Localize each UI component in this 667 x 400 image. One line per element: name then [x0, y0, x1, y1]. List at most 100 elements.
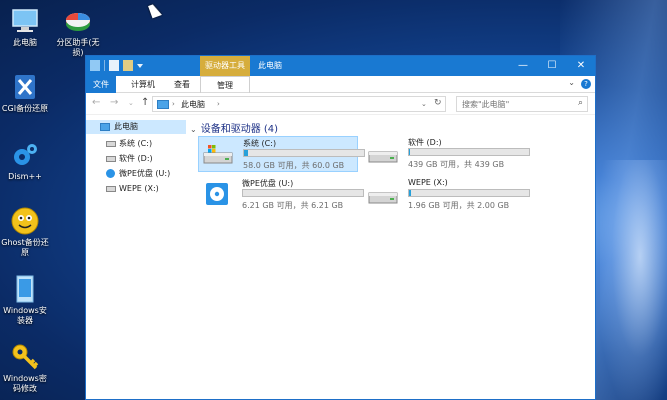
desktop-icon-label-line2: 码修改: [13, 384, 37, 393]
desktop-icon-label: CGI备份还原: [1, 104, 49, 113]
window-title: 此电脑: [258, 61, 282, 70]
desktop-icon-label: Windows密: [3, 374, 47, 383]
tab-view[interactable]: 查看: [166, 76, 198, 93]
ribbon-tabs: 文件 计算机 查看 管理 ⌄ ?: [86, 76, 595, 93]
help-icon[interactable]: ?: [581, 79, 591, 89]
search-icon: ⌕: [577, 98, 583, 108]
breadcrumb-chevron-icon[interactable]: ›: [217, 100, 220, 108]
gear-icon: [10, 140, 40, 170]
nav-item-label: WEPE (X:): [119, 184, 159, 193]
drive-icon: [106, 141, 116, 147]
desktop-icon-label: 分区助手(无: [56, 38, 100, 47]
nav-item-this-pc[interactable]: 此电脑: [86, 120, 186, 134]
toolbar-divider: [104, 60, 105, 71]
maximize-button[interactable]: ☐: [538, 56, 566, 76]
nav-item-label: 软件 (D:): [119, 154, 153, 163]
quick-access-toolbar: [90, 60, 143, 71]
cgi-backup-icon: [10, 72, 40, 102]
drive-usage-bar: [243, 149, 365, 157]
drive-capacity-text: 1.96 GB 可用，共 2.00 GB: [408, 201, 510, 210]
drive-name: WEPE (X:): [408, 178, 448, 187]
key-icon: [10, 342, 40, 372]
title-bar[interactable]: 驱动器工具 此电脑 — ☐ ✕: [86, 56, 595, 76]
app-icon[interactable]: [90, 60, 100, 71]
desktop-icon-dism[interactable]: Dism++: [0, 140, 50, 182]
customize-toolbar-icon[interactable]: [137, 64, 143, 68]
nav-item-label: 系统 (C:): [119, 139, 153, 148]
desktop-icon-cgi-backup[interactable]: CGI备份还原: [0, 72, 50, 114]
wallpaper-glow: [600, 160, 667, 400]
partition-assistant-icon: [63, 6, 93, 36]
ribbon-expand-icon[interactable]: ⌄: [568, 78, 575, 87]
nav-item-wepe-usb-u[interactable]: 微PE优盘 (U:): [86, 167, 186, 181]
drive-usage-bar: [242, 189, 364, 197]
drive-icon: [106, 156, 116, 162]
desktop-icon-label: Ghost备份还: [1, 238, 49, 247]
tab-file[interactable]: 文件: [86, 76, 116, 93]
content-area: ⌄ 设备和驱动器 (4) 系统 (C:) 58.0 GB 可用，共 60.0 GB…: [190, 116, 595, 400]
drive-tools-context-tab[interactable]: 驱动器工具: [200, 56, 250, 76]
breadcrumb-chevron-icon[interactable]: ›: [172, 100, 175, 108]
nav-item-wepe-x[interactable]: WEPE (X:): [86, 182, 186, 196]
drive-usage-fill: [409, 149, 411, 155]
desktop-icon-label-line2: 原: [21, 248, 29, 257]
desktop-icon-password-tool[interactable]: Windows密 码修改: [0, 342, 50, 394]
drive-name: 系统 (C:): [243, 139, 277, 148]
drive-usage-bar: [408, 148, 530, 156]
nav-item-software-d[interactable]: 软件 (D:): [86, 152, 186, 166]
drive-usage-fill: [409, 190, 412, 196]
drive-usage-bar: [408, 189, 530, 197]
nav-item-system-c[interactable]: 系统 (C:): [86, 137, 186, 151]
refresh-button[interactable]: ↻: [434, 98, 442, 108]
disc-drive-icon: [206, 183, 228, 205]
recent-locations-button[interactable]: ⌄: [128, 99, 134, 107]
desktop-icon-windows-installer[interactable]: Windows安 装器: [0, 274, 50, 326]
group-header-label: 设备和驱动器 (4): [200, 124, 279, 135]
back-button[interactable]: ←: [92, 97, 100, 108]
desktop-icon-this-pc[interactable]: 此电脑: [0, 6, 50, 48]
drive-icon: [106, 186, 116, 192]
collapse-chevron-icon[interactable]: ⌄: [190, 125, 197, 134]
mouse-cursor-icon: [148, 2, 162, 19]
address-field[interactable]: › 此电脑 › ⌄ ↻: [152, 96, 446, 112]
ghost-icon: [10, 206, 40, 236]
up-button[interactable]: ↑: [141, 97, 149, 108]
drive-capacity-text: 6.21 GB 可用，共 6.21 GB: [242, 201, 344, 210]
drive-usage-fill: [244, 150, 248, 156]
file-explorer-window: 驱动器工具 此电脑 — ☐ ✕ 文件 计算机 查看 管理 ⌄ ? ← → ⌄ ↑…: [85, 55, 596, 400]
drive-name: 软件 (D:): [408, 138, 442, 147]
tab-manage[interactable]: 管理: [200, 76, 250, 93]
desktop-icon-ghost[interactable]: Ghost备份还 原: [0, 206, 50, 258]
drive-tile-wepe-usb-u[interactable]: 微PE优盘 (U:) 6.21 GB 可用，共 6.21 GB: [198, 177, 364, 213]
desktop-icon-label-line2: 装器: [17, 316, 33, 325]
hard-drive-icon: [368, 151, 398, 163]
tab-computer[interactable]: 计算机: [124, 76, 162, 93]
drive-tile-wepe-x[interactable]: WEPE (X:) 1.96 GB 可用，共 2.00 GB: [364, 177, 530, 213]
drive-tile-system-c[interactable]: 系统 (C:) 58.0 GB 可用，共 60.0 GB: [198, 136, 365, 172]
search-input[interactable]: [457, 97, 567, 111]
group-header-devices[interactable]: ⌄ 设备和驱动器 (4): [190, 120, 278, 135]
computer-icon: [157, 100, 169, 109]
address-bar-row: ← → ⌄ ↑ › 此电脑 › ⌄ ↻ ⌕: [86, 93, 595, 115]
forward-button[interactable]: →: [110, 97, 118, 108]
drive-tile-software-d[interactable]: 软件 (D:) 439 GB 可用，共 439 GB: [364, 136, 530, 172]
system-drive-icon: [203, 145, 233, 164]
drive-capacity-text: 58.0 GB 可用，共 60.0 GB: [243, 161, 345, 170]
nav-item-label: 此电脑: [114, 122, 138, 131]
nav-item-label: 微PE优盘 (U:): [119, 169, 171, 178]
drive-name: 微PE优盘 (U:): [242, 179, 294, 188]
desktop-icon-label: Windows安: [3, 306, 47, 315]
address-dropdown-icon[interactable]: ⌄: [421, 100, 427, 108]
desktop-icon-partition-assistant[interactable]: 分区助手(无 损): [53, 6, 103, 58]
hard-drive-icon: [368, 192, 398, 204]
new-folder-icon[interactable]: [123, 60, 133, 71]
breadcrumb-this-pc[interactable]: 此电脑: [181, 99, 205, 110]
windows-installer-icon: [10, 274, 40, 304]
close-button[interactable]: ✕: [567, 56, 595, 76]
drive-capacity-text: 439 GB 可用，共 439 GB: [408, 160, 505, 169]
navigation-pane: 此电脑 系统 (C:) 软件 (D:) 微PE优盘 (U:) WEPE (X:): [86, 116, 186, 400]
properties-icon[interactable]: [109, 60, 119, 71]
minimize-button[interactable]: —: [509, 56, 537, 76]
desktop-icon-label: Dism++: [8, 172, 42, 181]
search-box[interactable]: ⌕: [456, 96, 588, 112]
